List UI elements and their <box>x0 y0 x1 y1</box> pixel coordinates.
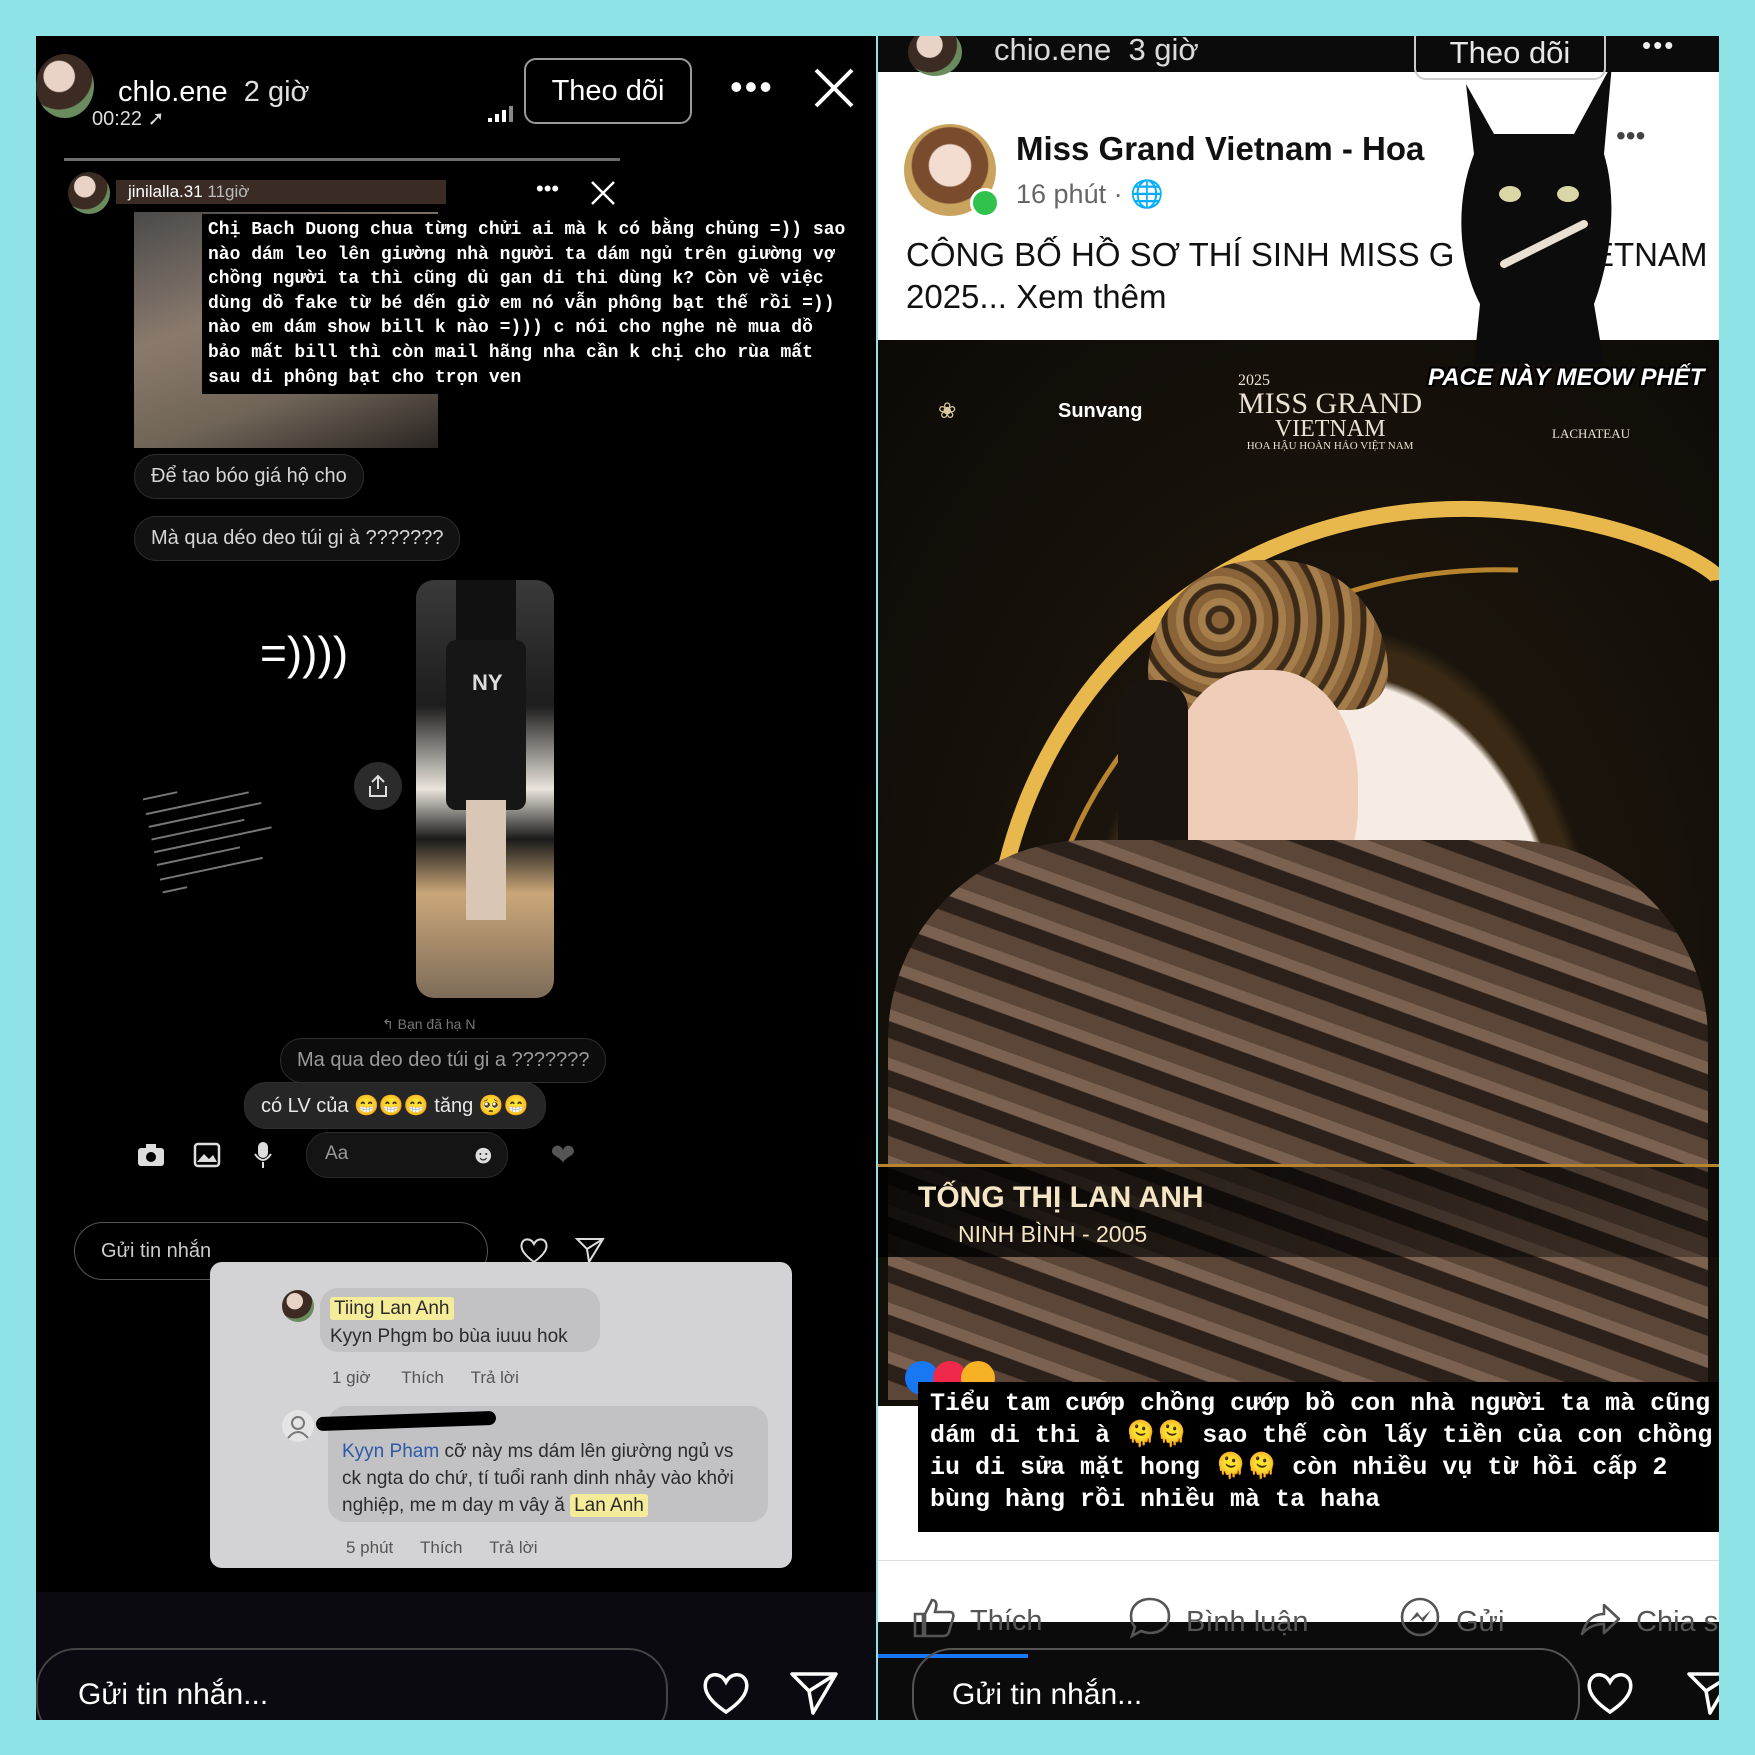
comment-reply-link[interactable]: Trả lời <box>471 1368 519 1387</box>
camera-icon[interactable] <box>134 1138 168 1172</box>
chat-header-user: jinilalla.31 11giờ <box>128 182 250 201</box>
divider <box>878 1560 1719 1561</box>
like-action[interactable]: Thích <box>912 1596 1043 1646</box>
reply-message: có LV của 😁😁😁 tăng 🥺😁 <box>244 1082 546 1129</box>
image-icon[interactable] <box>190 1138 224 1172</box>
send-message-input[interactable]: Gửi tin nhắn... <box>36 1648 668 1720</box>
lotus-logo-icon: ❀ <box>938 398 957 423</box>
small-text-thumbnail <box>136 764 286 899</box>
contestant-photo <box>888 560 1708 1406</box>
contestant-name: TỐNG THỊ LAN ANH <box>918 1181 1204 1214</box>
globe-icon: 🌐 <box>1130 179 1164 209</box>
chat-bubble: Để tao bóo giá hộ cho <box>134 454 364 499</box>
sponsor-logo: Sunvang <box>1058 400 1143 422</box>
avatar[interactable] <box>36 54 94 118</box>
reply-note: ↰ Bạn đã hạ N <box>382 1016 476 1032</box>
send-icon[interactable] <box>788 1668 840 1718</box>
right-story: Miss Grand Vietnam - Hoa 16 phút · 🌐 •••… <box>878 36 1719 1720</box>
comment-bubble: Tiing Lan Anh Kyyn Phgm bo bùa iuuu hok <box>320 1288 600 1352</box>
emoticon-text: =)))) <box>260 627 349 679</box>
post-text-line1: CÔNG BỐ HỒ SƠ THÍ SINH MISS G <box>906 236 1455 273</box>
chat-more-icon[interactable]: ••• <box>536 176 559 202</box>
like-heart-icon[interactable] <box>700 1668 752 1718</box>
meme-caption: PACE NÀY MEOW PHẾT <box>1428 364 1705 391</box>
follow-button[interactable]: Theo dõi <box>524 58 692 124</box>
share-arrow-icon <box>1578 1596 1622 1648</box>
message-input[interactable]: Aa ☻ <box>306 1132 508 1178</box>
redaction-scribble <box>315 1410 497 1432</box>
more-options-icon[interactable]: ••• <box>1642 36 1675 61</box>
left-story: chlo.ene 2 giờ 00:22 ➚ Theo dõi ••• jini… <box>36 36 876 1720</box>
outfit-photo[interactable]: NY <box>416 580 554 998</box>
chat-bubble: Mà qua déo deo túi gi à ??????? <box>134 516 461 561</box>
share-action[interactable]: Chia s <box>1578 1596 1718 1648</box>
comment-action[interactable]: Bình luận <box>1128 1596 1309 1648</box>
comment-reply-link[interactable]: Trả lời <box>489 1538 537 1557</box>
long-message-overlay: Chị Bach Duong chua từng chửi ai mà k có… <box>202 214 854 395</box>
location-arrow-icon: ➚ <box>147 108 165 130</box>
post-text-line2[interactable]: 2025... Xem thêm <box>906 278 1166 316</box>
heart-icon[interactable]: ❤ <box>546 1138 580 1172</box>
page-name[interactable]: Miss Grand Vietnam - Hoa <box>1016 130 1424 168</box>
story-username[interactable]: chlo.ene 2 giờ <box>118 76 310 109</box>
send-icon[interactable] <box>1686 1668 1719 1718</box>
like-heart-icon[interactable] <box>1584 1668 1636 1718</box>
cat-meme-sticker: PACE NÀY MEOW PHẾT <box>1428 64 1704 464</box>
comments-card: Tiing Lan Anh Kyyn Phgm bo bùa iuuu hok … <box>210 1262 792 1568</box>
post-time: 16 phút · 🌐 <box>1016 179 1164 209</box>
name-banner: TỐNG THỊ LAN ANH NINH BÌNH - 2005 <box>878 1164 1719 1257</box>
comment-meta: 5 phút Thích Trả lời <box>346 1538 538 1557</box>
thumbs-up-icon <box>912 1596 956 1646</box>
contestant-poster[interactable]: ❀ Sunvang 2025 MISS GRAND VIETNAM HOA HẬ… <box>878 340 1719 1406</box>
comment-text: Kyyn Pham cỡ này ms dám lên giường ngủ v… <box>342 1441 734 1517</box>
story-avatar[interactable] <box>908 36 962 76</box>
commenter-avatar <box>282 1290 314 1322</box>
commenter-avatar-placeholder <box>282 1410 314 1442</box>
chat-avatar <box>68 172 110 214</box>
story-subtime: 00:22 ➚ <box>92 108 165 130</box>
reply-quote: Ma qua deo deo túi gi a ??????? <box>280 1038 607 1083</box>
comment-like-link[interactable]: Thích <box>401 1368 444 1387</box>
chat-close-icon[interactable] <box>588 178 618 208</box>
signal-icon <box>488 104 514 127</box>
messenger-icon <box>1398 1596 1442 1648</box>
emoji-icon[interactable]: ☻ <box>470 1139 497 1170</box>
miss-grand-logo: 2025 MISS GRAND VIETNAM HOA HẬU HOÀN HẢO… <box>1238 372 1423 452</box>
comment-bubble: Kyyn Pham cỡ này ms dám lên giường ngủ v… <box>315 1406 768 1522</box>
contestant-info: NINH BÌNH - 2005 <box>958 1221 1148 1247</box>
comment-like-link[interactable]: Thích <box>420 1538 463 1557</box>
close-icon[interactable] <box>810 64 858 112</box>
online-status-badge <box>970 188 1000 218</box>
send-action[interactable]: Gửi <box>1398 1596 1504 1648</box>
comment-meta: 1 giờ Thích Trả lời <box>332 1368 519 1387</box>
comment-icon <box>1128 1596 1172 1648</box>
story-progress-bar <box>64 158 620 161</box>
story-username[interactable]: chio.ene 3 giờ <box>994 36 1199 68</box>
mic-icon[interactable] <box>248 1138 278 1172</box>
more-options-icon[interactable]: ••• <box>730 66 774 108</box>
share-icon[interactable] <box>354 762 402 810</box>
overlay-caption: Tiểu tam cướp chồng cướp bồ con nhà ngườ… <box>918 1382 1719 1532</box>
send-message-input[interactable]: Gửi tin nhắn... <box>912 1648 1580 1720</box>
